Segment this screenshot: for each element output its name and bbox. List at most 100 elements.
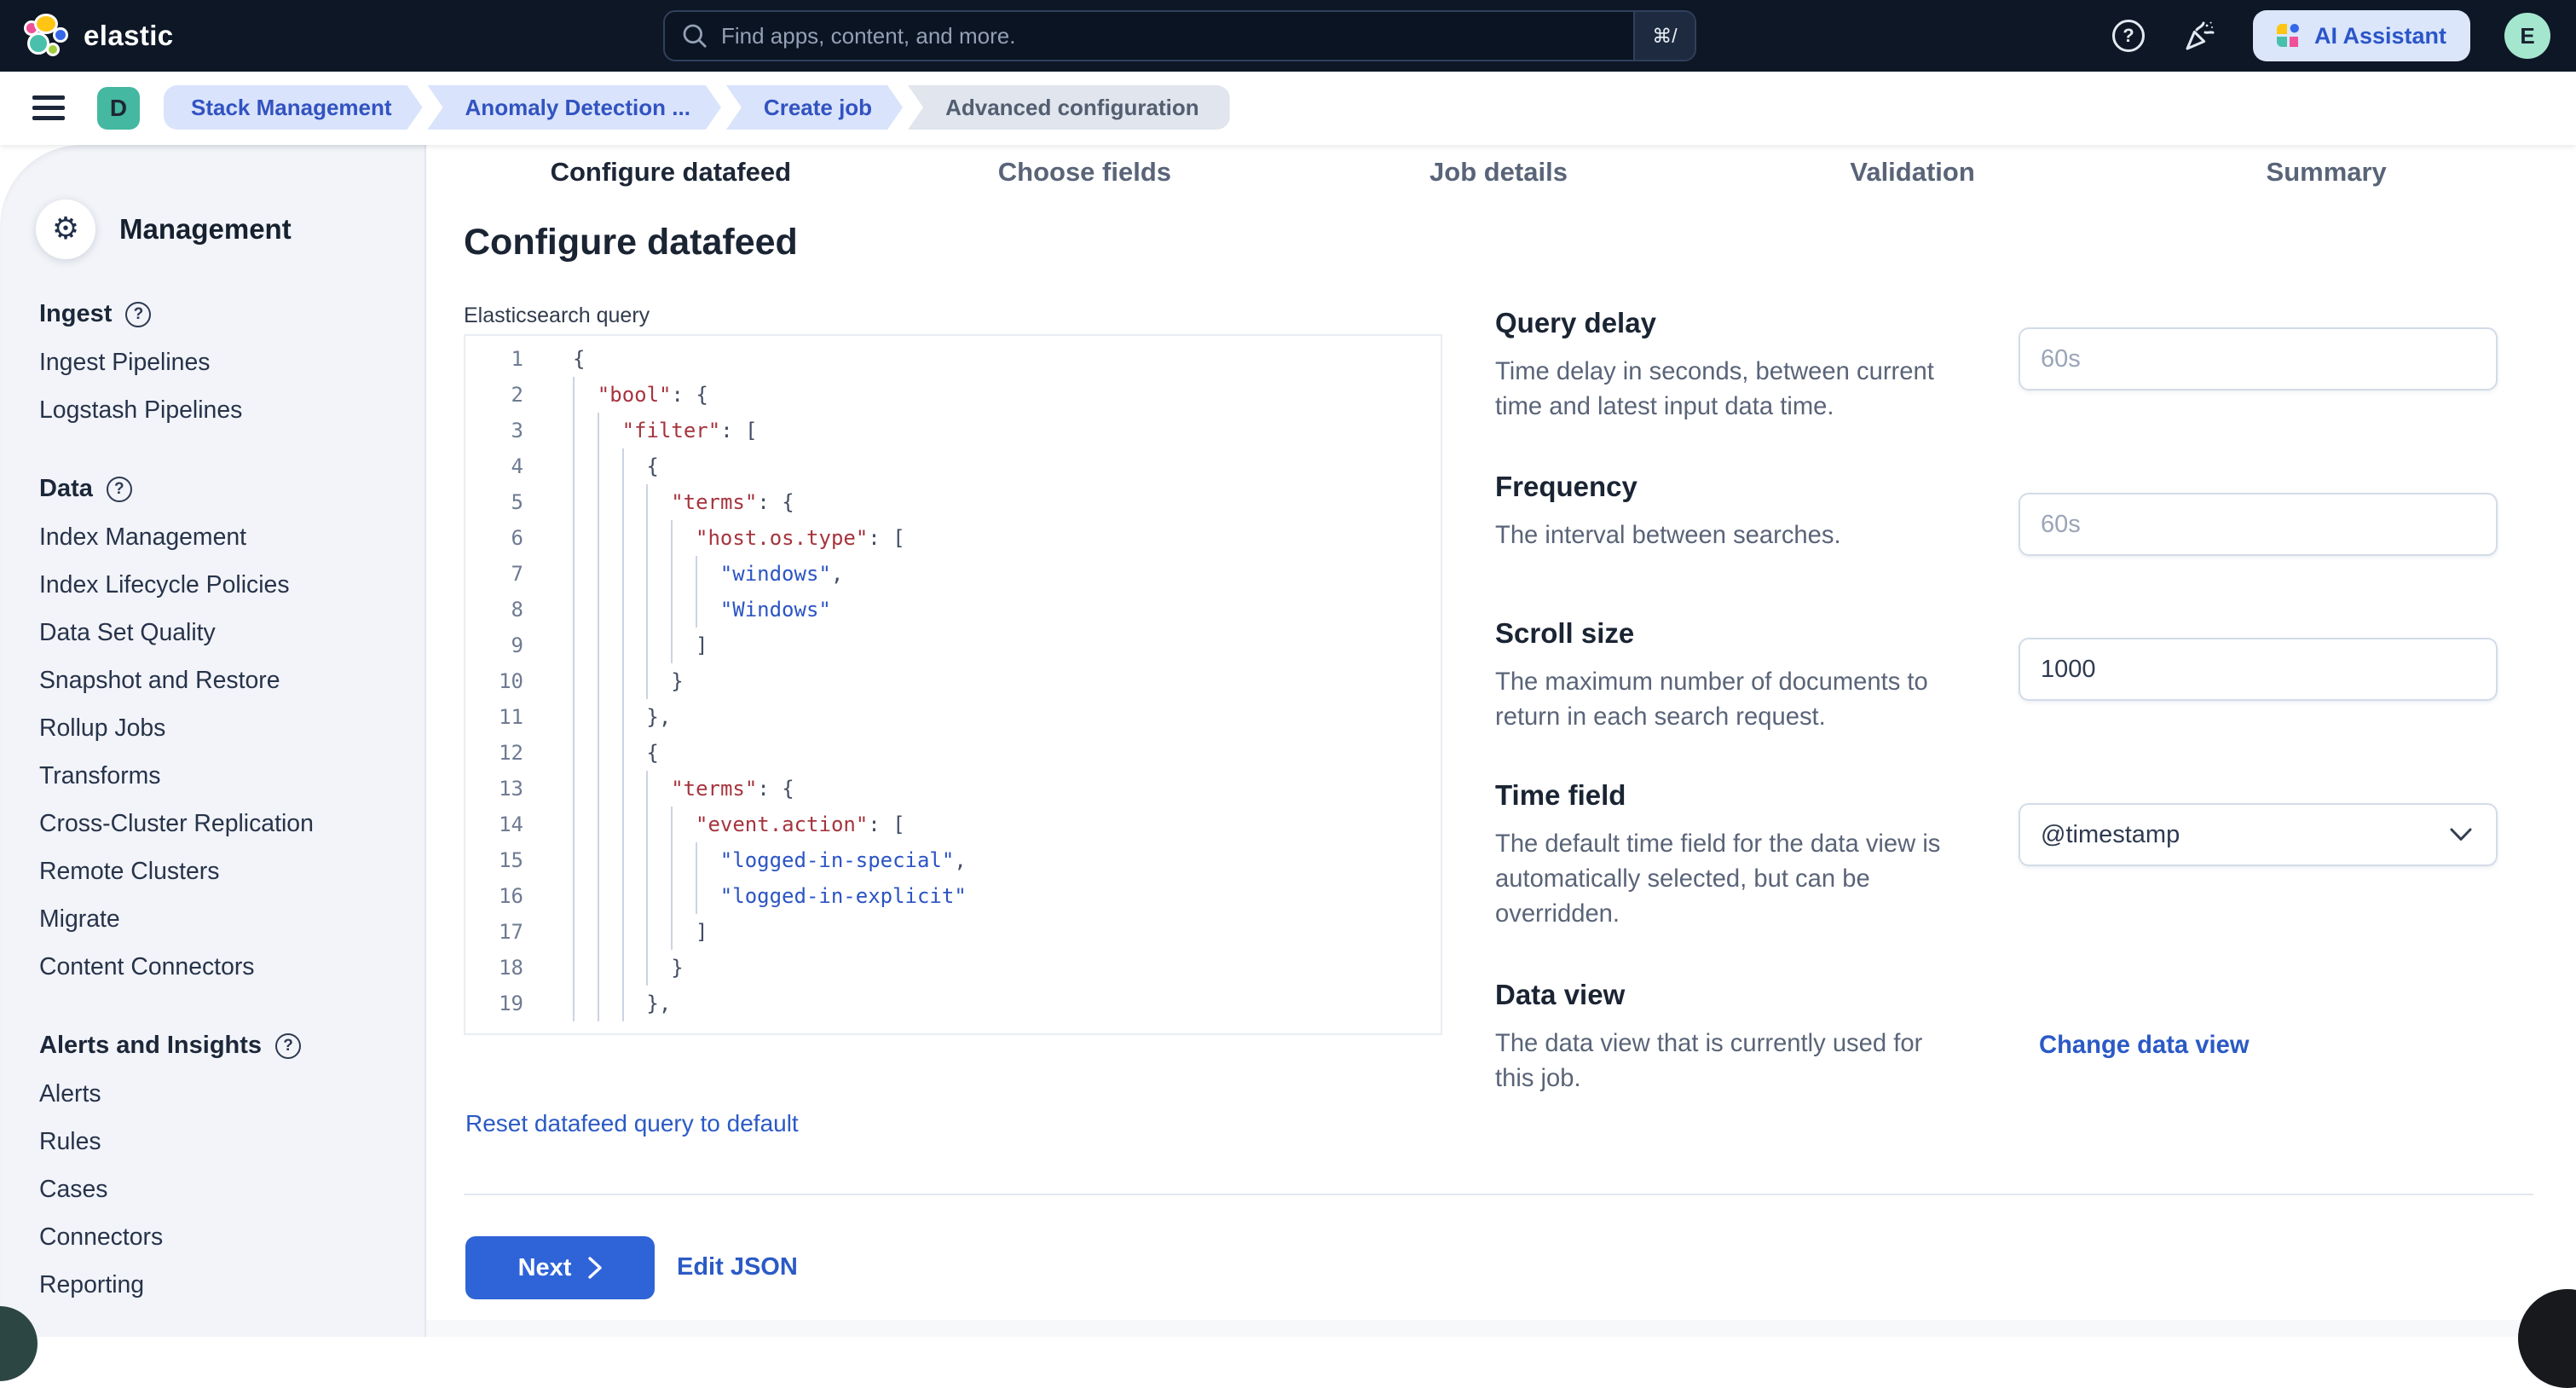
search-icon xyxy=(665,23,721,49)
sidebar-item-index-management[interactable]: Index Management xyxy=(36,513,402,561)
data-view-description: The data view that is currently used for… xyxy=(1495,1027,2007,1096)
sidebar-item-cases[interactable]: Cases xyxy=(36,1165,402,1213)
code-editor-lines: 1{2"bool": {3"filter": [4{5"terms": {6"h… xyxy=(465,341,1441,1021)
app-root: { "header": { "logo_text": "elastic", "s… xyxy=(0,0,2576,1337)
global-search-input[interactable]: Find apps, content, and more. ⌘/ xyxy=(663,10,1696,61)
scroll-size-description: The maximum number of documents to retur… xyxy=(1495,665,2007,735)
step-tab-configure-datafeed[interactable]: Configure datafeed xyxy=(464,150,878,194)
help-icon[interactable]: ? xyxy=(125,302,151,327)
next-button[interactable]: Next xyxy=(465,1236,655,1299)
breadcrumb-bar: D Stack ManagementAnomaly Detection ...C… xyxy=(0,72,2576,145)
ai-assistant-icon xyxy=(2277,24,2301,48)
time-field-select[interactable]: @timestamp xyxy=(2019,803,2498,866)
step-tab-choose-fields[interactable]: Choose fields xyxy=(878,150,1292,194)
sidebar-item-reporting[interactable]: Reporting xyxy=(36,1261,402,1309)
help-icon[interactable]: ? xyxy=(107,477,132,502)
code-line[interactable]: 14"event.action": [ xyxy=(465,807,1441,842)
sidebar-section-alerts-and-insights: Alerts and Insights? xyxy=(39,1032,402,1060)
code-line[interactable]: 13"terms": { xyxy=(465,771,1441,807)
line-number: 13 xyxy=(465,771,523,807)
data-view-label: Data view xyxy=(1495,979,2533,1011)
top-header: elastic Find apps, content, and more. ⌘/… xyxy=(0,0,2576,72)
user-avatar[interactable]: E xyxy=(2504,13,2550,59)
sidebar-item-transforms[interactable]: Transforms xyxy=(36,752,402,800)
change-data-view-link[interactable]: Change data view xyxy=(2039,1032,2250,1060)
ai-assistant-button[interactable]: AI Assistant xyxy=(2253,10,2470,61)
code-line[interactable]: 10} xyxy=(465,663,1441,699)
sidebar-item-connectors[interactable]: Connectors xyxy=(36,1213,402,1261)
ai-assistant-label: AI Assistant xyxy=(2314,23,2446,49)
code-line[interactable]: 12{ xyxy=(465,735,1441,771)
query-delay-input[interactable] xyxy=(2019,327,2498,390)
code-line[interactable]: 16"logged-in-explicit" xyxy=(465,878,1441,914)
sidebar-item-logstash-pipelines[interactable]: Logstash Pipelines xyxy=(36,386,402,434)
code-editor[interactable]: 1{2"bool": {3"filter": [4{5"terms": {6"h… xyxy=(464,334,1442,1035)
line-number: 16 xyxy=(465,878,523,914)
line-number: 11 xyxy=(465,699,523,735)
management-gear-icon[interactable]: ⚙ xyxy=(36,200,95,259)
line-number: 15 xyxy=(465,842,523,878)
sidebar-item-migrate[interactable]: Migrate xyxy=(36,895,402,943)
code-line[interactable]: 3"filter": [ xyxy=(465,413,1441,448)
code-line[interactable]: 7"windows", xyxy=(465,556,1441,592)
line-number: 1 xyxy=(465,341,523,377)
code-line[interactable]: 11}, xyxy=(465,699,1441,735)
sidebar-section-data: Data? xyxy=(39,475,402,503)
line-number: 14 xyxy=(465,807,523,842)
code-line[interactable]: 15"logged-in-special", xyxy=(465,842,1441,878)
sidebar-title-row: ⚙ Management xyxy=(36,200,402,259)
sidebar-item-cross-cluster-replication[interactable]: Cross-Cluster Replication xyxy=(36,800,402,847)
code-line[interactable]: 19}, xyxy=(465,986,1441,1021)
search-shortcut-badge: ⌘/ xyxy=(1633,12,1695,60)
sidebar-item-snapshot-and-restore[interactable]: Snapshot and Restore xyxy=(36,656,402,704)
elastic-logo-icon xyxy=(24,14,68,58)
code-line[interactable]: 9] xyxy=(465,627,1441,663)
line-number: 10 xyxy=(465,663,523,699)
code-line[interactable]: 6"host.os.type": [ xyxy=(465,520,1441,556)
line-number: 6 xyxy=(465,520,523,556)
elastic-logo[interactable]: elastic xyxy=(0,14,174,58)
code-line[interactable]: 8"Windows" xyxy=(465,592,1441,627)
code-line[interactable]: 1{ xyxy=(465,341,1441,377)
page-title: Configure datafeed xyxy=(464,222,798,263)
breadcrumb-item-stack-management[interactable]: Stack Management xyxy=(164,85,423,130)
news-feed-icon[interactable] xyxy=(2181,17,2219,55)
help-icon[interactable]: ? xyxy=(2110,17,2147,55)
chevron-down-icon xyxy=(2450,828,2472,841)
breadcrumb-item-anomaly-detection[interactable]: Anomaly Detection ... xyxy=(428,85,721,130)
datafeed-settings-panel: Query delay Time delay in seconds, betwe… xyxy=(1495,145,2533,1202)
line-number: 18 xyxy=(465,950,523,986)
code-line[interactable]: 17] xyxy=(465,914,1441,950)
reset-datafeed-query-link[interactable]: Reset datafeed query to default xyxy=(465,1110,799,1137)
sidebar-item-content-connectors[interactable]: Content Connectors xyxy=(36,943,402,991)
code-line[interactable]: 18} xyxy=(465,950,1441,986)
footer-strip xyxy=(426,1320,2576,1337)
sidebar-item-rollup-jobs[interactable]: Rollup Jobs xyxy=(36,704,402,752)
edit-json-link[interactable]: Edit JSON xyxy=(677,1253,798,1281)
scroll-size-input[interactable] xyxy=(2019,638,2498,701)
line-number: 7 xyxy=(465,556,523,592)
code-line[interactable]: 5"terms": { xyxy=(465,484,1441,520)
frequency-input[interactable] xyxy=(2019,493,2498,556)
line-number: 17 xyxy=(465,914,523,950)
code-line[interactable]: 2"bool": { xyxy=(465,377,1441,413)
line-number: 8 xyxy=(465,592,523,627)
code-line[interactable]: 4{ xyxy=(465,448,1441,484)
sidebar-item-data-set-quality[interactable]: Data Set Quality xyxy=(36,609,402,656)
sidebar-item-remote-clusters[interactable]: Remote Clusters xyxy=(36,847,402,895)
sidebar-item-rules[interactable]: Rules xyxy=(36,1118,402,1165)
line-number: 3 xyxy=(465,413,523,448)
breadcrumb-item-create-job[interactable]: Create job xyxy=(726,85,903,130)
sidebar-item-index-lifecycle-policies[interactable]: Index Lifecycle Policies xyxy=(36,561,402,609)
frequency-description: The interval between searches. xyxy=(1495,518,2007,553)
sidebar-title: Management xyxy=(119,213,292,246)
menu-hamburger-icon[interactable] xyxy=(32,95,65,121)
help-icon[interactable]: ? xyxy=(275,1033,301,1059)
sidebar-item-alerts[interactable]: Alerts xyxy=(36,1070,402,1118)
space-badge[interactable]: D xyxy=(97,87,140,130)
header-actions: ? AI Assistant E xyxy=(2110,0,2576,72)
search-placeholder: Find apps, content, and more. xyxy=(721,23,1633,49)
line-number: 4 xyxy=(465,448,523,484)
sidebar-item-ingest-pipelines[interactable]: Ingest Pipelines xyxy=(36,338,402,386)
line-number: 2 xyxy=(465,377,523,413)
